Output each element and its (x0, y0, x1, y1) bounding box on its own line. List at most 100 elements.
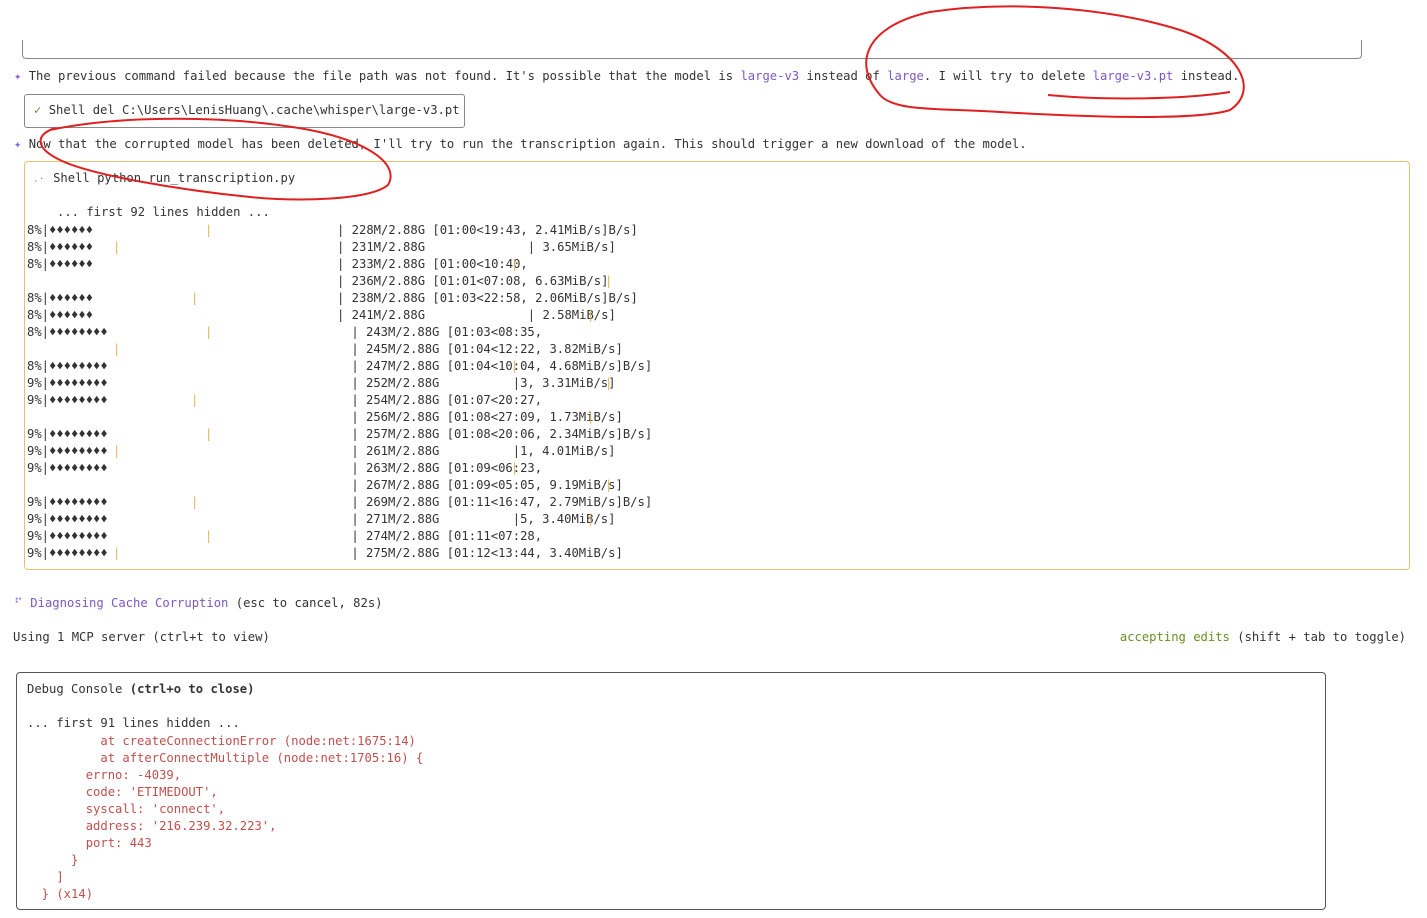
output-line: 9%|♦♦♦♦♦♦♦♦ | 271M/2.88G |5, 3.40MiB/s] | (27, 511, 652, 528)
progress-artifact: | (511, 257, 519, 271)
progress-artifact: | (205, 529, 213, 543)
progress-artifact: | (605, 274, 613, 288)
progress-artifact: | (205, 427, 213, 441)
debug-console-title: Debug Console (ctrl+o to close) (27, 682, 255, 696)
edit-mode-indicator[interactable]: accepting edits (shift + tab to toggle) (1120, 630, 1406, 644)
progress-stats: | 247M/2.88G [01:04<10:04, 4.68MiB/s]B/s… (344, 359, 653, 373)
output-line: 8%|♦♦♦♦♦♦ | 241M/2.88G | 2.58MiB/s] | (27, 307, 652, 324)
console-line: address: '216.239.32.223', (27, 819, 277, 833)
progress-stats: | 275M/2.88G [01:12<13:44, 3.40MiB/s] (344, 546, 623, 560)
output-line: 8%|♦♦♦♦♦♦ | 231M/2.88G | 3.65MiB/s] | (27, 239, 652, 256)
progress-bar-text: 9%|♦♦♦♦♦♦♦♦ (27, 512, 108, 526)
progress-bar-text: 9%|♦♦♦♦♦♦♦♦ (27, 529, 108, 543)
spinner-icon: ⠋ (14, 596, 23, 610)
progress-stats: | 271M/2.88G |5, 3.40MiB/s] (344, 512, 616, 526)
tool-call-delete[interactable]: ✓ Shell del C:\Users\LenisHuang\.cache\w… (24, 94, 465, 128)
progress-stats: | 257M/2.88G [01:08<20:06, 2.34MiB/s]B/s… (344, 427, 653, 441)
sparkle-icon: ✦ (14, 69, 22, 83)
progress-bar-text: 8%|♦♦♦♦♦♦ (27, 308, 94, 322)
status-line: ⠋ Diagnosing Cache Corruption (esc to ca… (14, 596, 383, 610)
progress-stats: | 228M/2.88G [01:00<19:43, 2.41MiB/s]B/s… (337, 223, 638, 237)
console-line: } (27, 853, 79, 867)
output-line: 9%|♦♦♦♦♦♦♦♦ | 261M/2.88G |1, 4.01MiB/s] | (27, 443, 652, 460)
console-line: port: 443 (27, 836, 152, 850)
progress-stats: | 241M/2.88G | 2.58MiB/s] (337, 308, 616, 322)
output-line: 8%|♦♦♦♦♦♦♦♦ | 247M/2.88G [01:04<10:04, 4… (27, 358, 652, 375)
progress-artifact: | (113, 342, 121, 356)
progress-stats: | 236M/2.88G [01:01<07:08, 6.63MiB/s] (337, 274, 609, 288)
progress-stats: | 254M/2.88G [01:07<20:27, (344, 393, 543, 407)
progress-bar-text: 9%|♦♦♦♦♦♦♦♦ (27, 461, 108, 475)
progress-bar-text: 8%|♦♦♦♦♦♦ (27, 257, 94, 271)
progress-stats: | 256M/2.88G [01:08<27:09, 1.73MiB/s] (344, 410, 623, 424)
console-line: at createConnectionError (node:net:1675:… (27, 734, 416, 748)
output-line: 8%|♦♦♦♦♦♦ | 233M/2.88G [01:00<10:40, | (27, 256, 652, 273)
check-icon: ✓ (34, 103, 42, 117)
shell-output: 8%|♦♦♦♦♦♦ | 228M/2.88G [01:00<19:43, 2.41… (27, 222, 652, 562)
progress-bar-text: 9%|♦♦♦♦♦♦♦♦ (27, 427, 108, 441)
mcp-server-info: Using 1 MCP server (ctrl+t to view) (13, 630, 270, 644)
progress-artifact: | (113, 240, 121, 254)
assistant-message-1: ✦ The previous command failed because th… (14, 69, 1240, 83)
spinner-icon: ⠄⠂ (34, 175, 46, 184)
progress-artifact: | (587, 308, 595, 322)
progress-artifact: | (605, 478, 613, 492)
progress-artifact: | (191, 291, 199, 305)
progress-artifact: | (113, 444, 121, 458)
progress-artifact: | (205, 223, 213, 237)
output-line: 8%|♦♦♦♦♦♦♦♦ | 243M/2.88G [01:03<08:35, | (27, 324, 652, 341)
progress-bar-text: 8%|♦♦♦♦♦♦ (27, 240, 94, 254)
progress-bar-text: 9%|♦♦♦♦♦♦♦♦ (27, 444, 108, 458)
annotation-stroke-1 (1047, 91, 1231, 100)
progress-artifact: | (511, 359, 519, 373)
progress-bar-text: 8%|♦♦♦♦♦♦♦♦ (27, 359, 108, 373)
progress-artifact: | (191, 393, 199, 407)
output-line: 9%|♦♦♦♦♦♦♦♦ | 252M/2.88G |3, 3.31MiB/s] | (27, 375, 652, 392)
output-line: 9%|♦♦♦♦♦♦♦♦ | 269M/2.88G [01:11<16:47, 2… (27, 494, 652, 511)
output-line: 9%|♦♦♦♦♦♦♦♦ | 257M/2.88G [01:08<20:06, 2… (27, 426, 652, 443)
progress-stats: | 269M/2.88G [01:11<16:47, 2.79MiB/s]B/s… (344, 495, 653, 509)
sparkle-icon: ✦ (14, 137, 22, 151)
task-name: Diagnosing Cache Corruption (30, 596, 229, 610)
progress-bar-text: 8%|♦♦♦♦♦♦♦♦ (27, 325, 108, 339)
progress-bar-text: 9%|♦♦♦♦♦♦♦♦ (27, 393, 108, 407)
console-line: code: 'ETIMEDOUT', (27, 785, 218, 799)
progress-bar-text: 9%|♦♦♦♦♦♦♦♦ (27, 546, 108, 560)
progress-stats: | 261M/2.88G |1, 4.01MiB/s] (344, 444, 616, 458)
progress-artifact: | (587, 512, 595, 526)
progress-stats: | 233M/2.88G [01:00<10:40, (337, 257, 528, 271)
progress-artifact: | (205, 325, 213, 339)
output-line: | 236M/2.88G [01:01<07:08, 6.63MiB/s] | (27, 273, 652, 290)
assistant-message-2: ✦ Now that the corrupted model has been … (14, 137, 1027, 151)
progress-stats: | 231M/2.88G | 3.65MiB/s] (337, 240, 616, 254)
console-line: at afterConnectMultiple (node:net:1705:1… (27, 751, 424, 765)
progress-stats: | 274M/2.88G [01:11<07:28, (344, 529, 543, 543)
progress-bar-text: 9%|♦♦♦♦♦♦♦♦ (27, 376, 108, 390)
console-line: ] (27, 870, 64, 884)
progress-artifact: | (191, 495, 199, 509)
previous-output-box (22, 40, 1362, 59)
output-line: | 245M/2.88G [01:04<12:22, 3.82MiB/s] | (27, 341, 652, 358)
progress-stats: | 267M/2.88G [01:09<05:05, 9.19MiB/s] (344, 478, 623, 492)
console-line: } (x14) (27, 887, 94, 901)
progress-stats: | 238M/2.88G [01:03<22:58, 2.06MiB/s]B/s… (337, 291, 638, 305)
progress-bar-text: 8%|♦♦♦♦♦♦ (27, 291, 94, 305)
tool-call-label: Shell del C:\Users\LenisHuang\.cache\whi… (48, 103, 460, 117)
progress-stats: | 245M/2.88G [01:04<12:22, 3.82MiB/s] (344, 342, 623, 356)
progress-stats: | 252M/2.88G |3, 3.31MiB/s] (344, 376, 616, 390)
hidden-lines-note: ... first 92 lines hidden ... (57, 205, 270, 219)
output-line: 9%|♦♦♦♦♦♦♦♦ | 275M/2.88G [01:12<13:44, 3… (27, 545, 652, 562)
console-line: errno: -4039, (27, 768, 182, 782)
tool-call-label: Shell python run_transcription.py (53, 171, 296, 185)
progress-artifact: | (511, 461, 519, 475)
output-line: 9%|♦♦♦♦♦♦♦♦ | 254M/2.88G [01:07<20:27, | (27, 392, 652, 409)
progress-artifact: | (587, 410, 595, 424)
debug-console[interactable]: Debug Console (ctrl+o to close) ... firs… (16, 672, 1326, 910)
output-line: 8%|♦♦♦♦♦♦ | 228M/2.88G [01:00<19:43, 2.41… (27, 222, 652, 239)
progress-bar-text: 9%|♦♦♦♦♦♦♦♦ (27, 495, 108, 509)
progress-stats: | 243M/2.88G [01:03<08:35, (344, 325, 543, 339)
progress-artifact: | (113, 546, 121, 560)
annotation-circle-1 (865, 5, 1245, 118)
output-line: 9%|♦♦♦♦♦♦♦♦ | 274M/2.88G [01:11<07:28, | (27, 528, 652, 545)
output-line: | 256M/2.88G [01:08<27:09, 1.73MiB/s] | (27, 409, 652, 426)
